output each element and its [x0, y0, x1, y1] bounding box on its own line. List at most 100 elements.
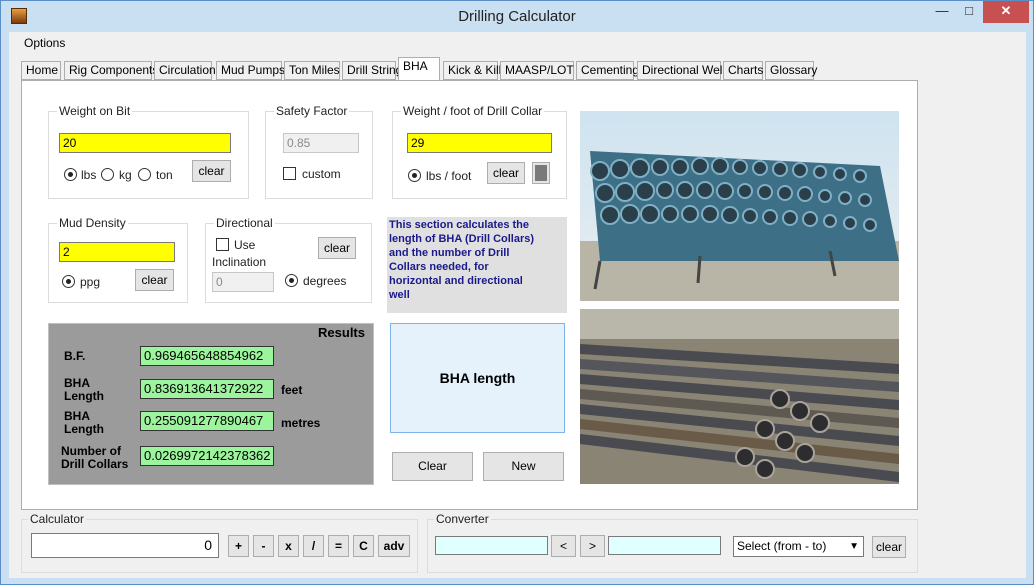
unit-kg-radio[interactable]	[101, 168, 114, 181]
calc-multiply-button[interactable]: x	[278, 535, 299, 557]
unit-pair-select-value: Select (from - to)	[737, 539, 827, 553]
calc-clear-button[interactable]: C	[353, 535, 374, 557]
unit-lbs-per-foot-label: lbs / foot	[426, 169, 472, 183]
weight-on-bit-clear-button[interactable]: clear	[192, 160, 231, 182]
drill-collar-weight-group: Weight / foot of Drill Collar 29 lbs / f…	[392, 104, 567, 199]
results-panel: Results B.F. 0.969465648854962 BHA Lengt…	[48, 323, 374, 485]
bha-length-feet-value: 0.836913641372922	[140, 379, 274, 399]
custom-safety-checkbox[interactable]	[283, 167, 296, 180]
bha-length-feet-label: BHA Length	[64, 376, 104, 403]
results-title: Results	[318, 325, 365, 340]
converter-to-input[interactable]	[608, 536, 721, 555]
unit-lbs-per-foot-radio[interactable]	[408, 169, 421, 182]
use-directional-checkbox[interactable]	[216, 238, 229, 251]
safety-factor-group: Safety Factor 0.85 custom	[265, 104, 373, 199]
mud-density-input[interactable]: 2	[59, 242, 175, 262]
unit-ton-radio[interactable]	[138, 168, 151, 181]
drill-collars-stacked-photo	[580, 111, 899, 301]
mud-density-label: Mud Density	[57, 216, 128, 230]
unit-ppg-label: ppg	[80, 275, 101, 289]
close-button[interactable]: ✕	[983, 1, 1029, 23]
color-picker-button[interactable]	[532, 162, 550, 184]
bha-length-label: BHA length	[439, 370, 516, 386]
drill-collar-weight-label: Weight / foot of Drill Collar	[401, 104, 545, 118]
weight-on-bit-input[interactable]: 20	[59, 133, 231, 153]
tab-drill-string[interactable]: Drill String	[342, 61, 402, 80]
menu-options[interactable]: Options	[24, 36, 65, 50]
inclination-label: Inclination	[212, 255, 267, 269]
unit-ppg-radio[interactable]	[62, 275, 75, 288]
weight-on-bit-label: Weight on Bit	[57, 104, 133, 118]
converter-label: Converter	[434, 512, 491, 526]
mud-density-clear-button[interactable]: clear	[135, 269, 174, 291]
bha-length-metres-label: BHA Length	[64, 409, 104, 436]
tab-glossary[interactable]: Glossary	[765, 61, 817, 80]
safety-factor-input[interactable]: 0.85	[283, 133, 359, 153]
bha-length-metres-value: 0.255091277890467	[140, 411, 274, 431]
weight-on-bit-group: Weight on Bit 20 lbs kg ton clear	[48, 104, 249, 199]
tab-charts[interactable]: Charts	[723, 61, 763, 80]
directional-label: Directional	[214, 216, 275, 230]
bha-length-button[interactable]: BHA length	[390, 323, 565, 433]
unit-lbs-radio[interactable]	[64, 168, 77, 181]
unit-ton-label: ton	[156, 168, 173, 182]
calc-minus-button[interactable]: -	[253, 535, 274, 557]
calculator-group: Calculator 0 + - x / = C adv	[21, 512, 418, 573]
inclination-input[interactable]: 0	[212, 272, 274, 292]
calc-advanced-button[interactable]: adv	[378, 535, 410, 557]
drill-collars-count-label: Number of Drill Collars	[61, 444, 129, 471]
unit-pair-select[interactable]: Select (from - to) ▼	[733, 536, 864, 557]
clear-all-button[interactable]: Clear	[392, 452, 473, 481]
unit-degrees-label: degrees	[303, 274, 347, 288]
drill-collar-weight-input[interactable]: 29	[407, 133, 552, 153]
calc-equals-button[interactable]: =	[328, 535, 349, 557]
use-label: Use	[234, 238, 256, 252]
tab-circulation[interactable]: Circulation	[154, 61, 216, 80]
directional-group: Directional Use clear Inclination 0 degr…	[205, 216, 372, 303]
chevron-down-icon: ▼	[849, 541, 859, 552]
drill-pipes-rack-photo	[580, 309, 899, 484]
bha-tab-panel: Weight on Bit 20 lbs kg ton clear Safety…	[21, 80, 918, 510]
drill-collars-count-value: 0.0269972142378362	[140, 446, 274, 466]
unit-kg-label: kg	[119, 168, 132, 182]
converter-group: Converter < > Select (from - to) ▼ clear	[427, 512, 918, 573]
drill-collar-weight-clear-button[interactable]: clear	[487, 162, 525, 184]
bf-value: 0.969465648854962	[140, 346, 274, 366]
color-swatch	[535, 165, 547, 181]
info-text: This section calculates the length of BH…	[389, 219, 535, 301]
menu-bar: Options	[9, 32, 1026, 54]
unit-lbs-label: lbs	[81, 168, 97, 182]
new-button[interactable]: New	[483, 452, 564, 481]
tab-maasp-lot[interactable]: MAASP/LOT	[500, 61, 574, 80]
title-bar[interactable]: Drilling Calculator — □ ✕	[1, 1, 1033, 32]
convert-right-button[interactable]: >	[580, 535, 605, 557]
unit-degrees-radio[interactable]	[285, 274, 298, 287]
tab-ton-miles[interactable]: Ton Miles	[284, 61, 340, 80]
client-area: Options Home Rig Components Circulation …	[9, 32, 1026, 578]
convert-left-button[interactable]: <	[551, 535, 576, 557]
window-title: Drilling Calculator	[458, 8, 576, 25]
tab-kick-kill[interactable]: Kick & Kill	[443, 61, 501, 80]
tab-bha[interactable]: BHA	[398, 57, 440, 80]
tab-rig-components[interactable]: Rig Components	[64, 61, 158, 80]
calc-plus-button[interactable]: +	[228, 535, 249, 557]
info-box: This section calculates the length of BH…	[387, 217, 567, 313]
converter-from-input[interactable]	[435, 536, 548, 555]
minimize-button[interactable]: —	[929, 1, 955, 23]
calc-divide-button[interactable]: /	[303, 535, 324, 557]
converter-clear-button[interactable]: clear	[872, 536, 906, 558]
feet-unit-label: feet	[281, 383, 303, 397]
app-window: Drilling Calculator — □ ✕ Options Home R…	[0, 0, 1034, 585]
metres-unit-label: metres	[281, 416, 321, 430]
calculator-display[interactable]: 0	[31, 533, 219, 558]
directional-clear-button[interactable]: clear	[318, 237, 356, 259]
safety-factor-label: Safety Factor	[274, 104, 350, 118]
custom-label: custom	[302, 167, 341, 181]
tab-mud-pumps[interactable]: Mud Pumps	[216, 61, 285, 80]
mud-density-group: Mud Density 2 ppg clear	[48, 216, 188, 303]
tab-directional-well[interactable]: Directional Well	[637, 61, 725, 80]
tab-cementing[interactable]: Cementing	[576, 61, 639, 80]
maximize-button[interactable]: □	[956, 1, 982, 23]
tab-home[interactable]: Home	[21, 61, 61, 80]
calculator-label: Calculator	[28, 512, 87, 526]
